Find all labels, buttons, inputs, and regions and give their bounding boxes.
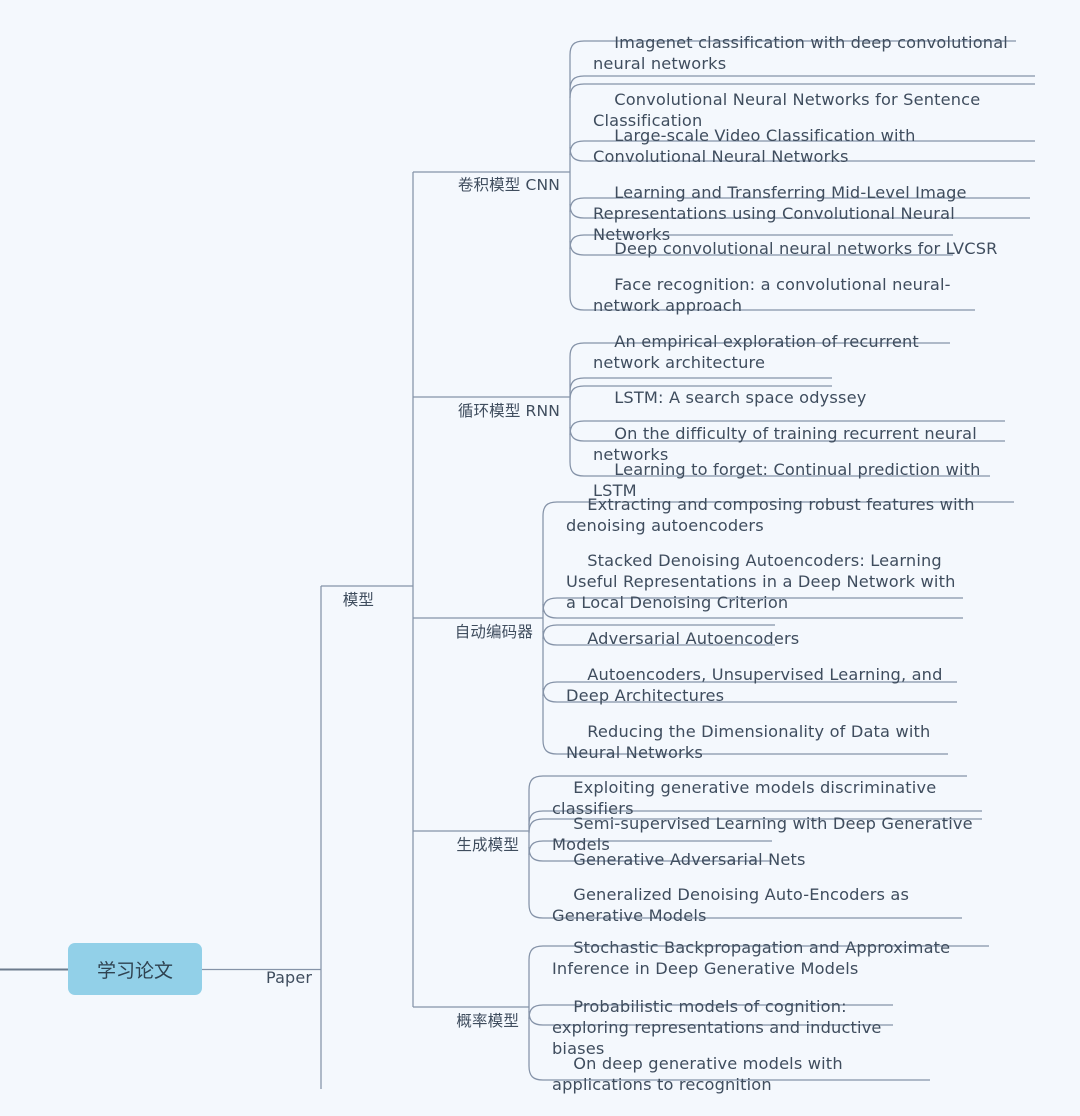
category-label-probabilistic[interactable]: 概率模型 (410, 991, 519, 1051)
paper-item-title: Stochastic Backpropagation and Approxima… (552, 938, 956, 979)
category-label-rnn[interactable]: 循环模型 RNN (410, 381, 560, 441)
category-label-cnn[interactable]: 卷积模型 CNN (410, 155, 560, 215)
branch-label-paper-text: Paper (265, 967, 313, 987)
category-label-generative[interactable]: 生成模型 (410, 815, 519, 875)
root-node-label: 学习论文 (96, 959, 173, 982)
category-label-model[interactable]: 模型 (286, 570, 374, 630)
mindmap-canvas: 学习论文 Paper 模型 卷积模型 CNN 循环模型 RNN 自动编码器 生成… (0, 0, 1080, 1094)
paper-item[interactable]: On deep generative models with applicati… (552, 1032, 930, 1116)
category-label-probabilistic-text: 概率模型 (456, 1012, 519, 1031)
category-label-generative-text: 生成模型 (456, 836, 519, 855)
category-label-cnn-text: 卷积模型 CNN (457, 176, 560, 195)
paper-item-title: On deep generative models with applicati… (552, 1054, 849, 1095)
branch-label-paper[interactable]: Paper (245, 947, 312, 1009)
category-label-autoencoder[interactable]: 自动编码器 (410, 602, 533, 662)
category-label-model-text: 模型 (342, 591, 374, 610)
root-node[interactable]: 学习论文 (68, 943, 202, 995)
paper-item-title: Stacked Denoising Autoencoders: Learning… (566, 551, 961, 613)
category-label-rnn-text: 循环模型 RNN (457, 402, 560, 421)
category-label-autoencoder-text: 自动编码器 (454, 623, 533, 642)
